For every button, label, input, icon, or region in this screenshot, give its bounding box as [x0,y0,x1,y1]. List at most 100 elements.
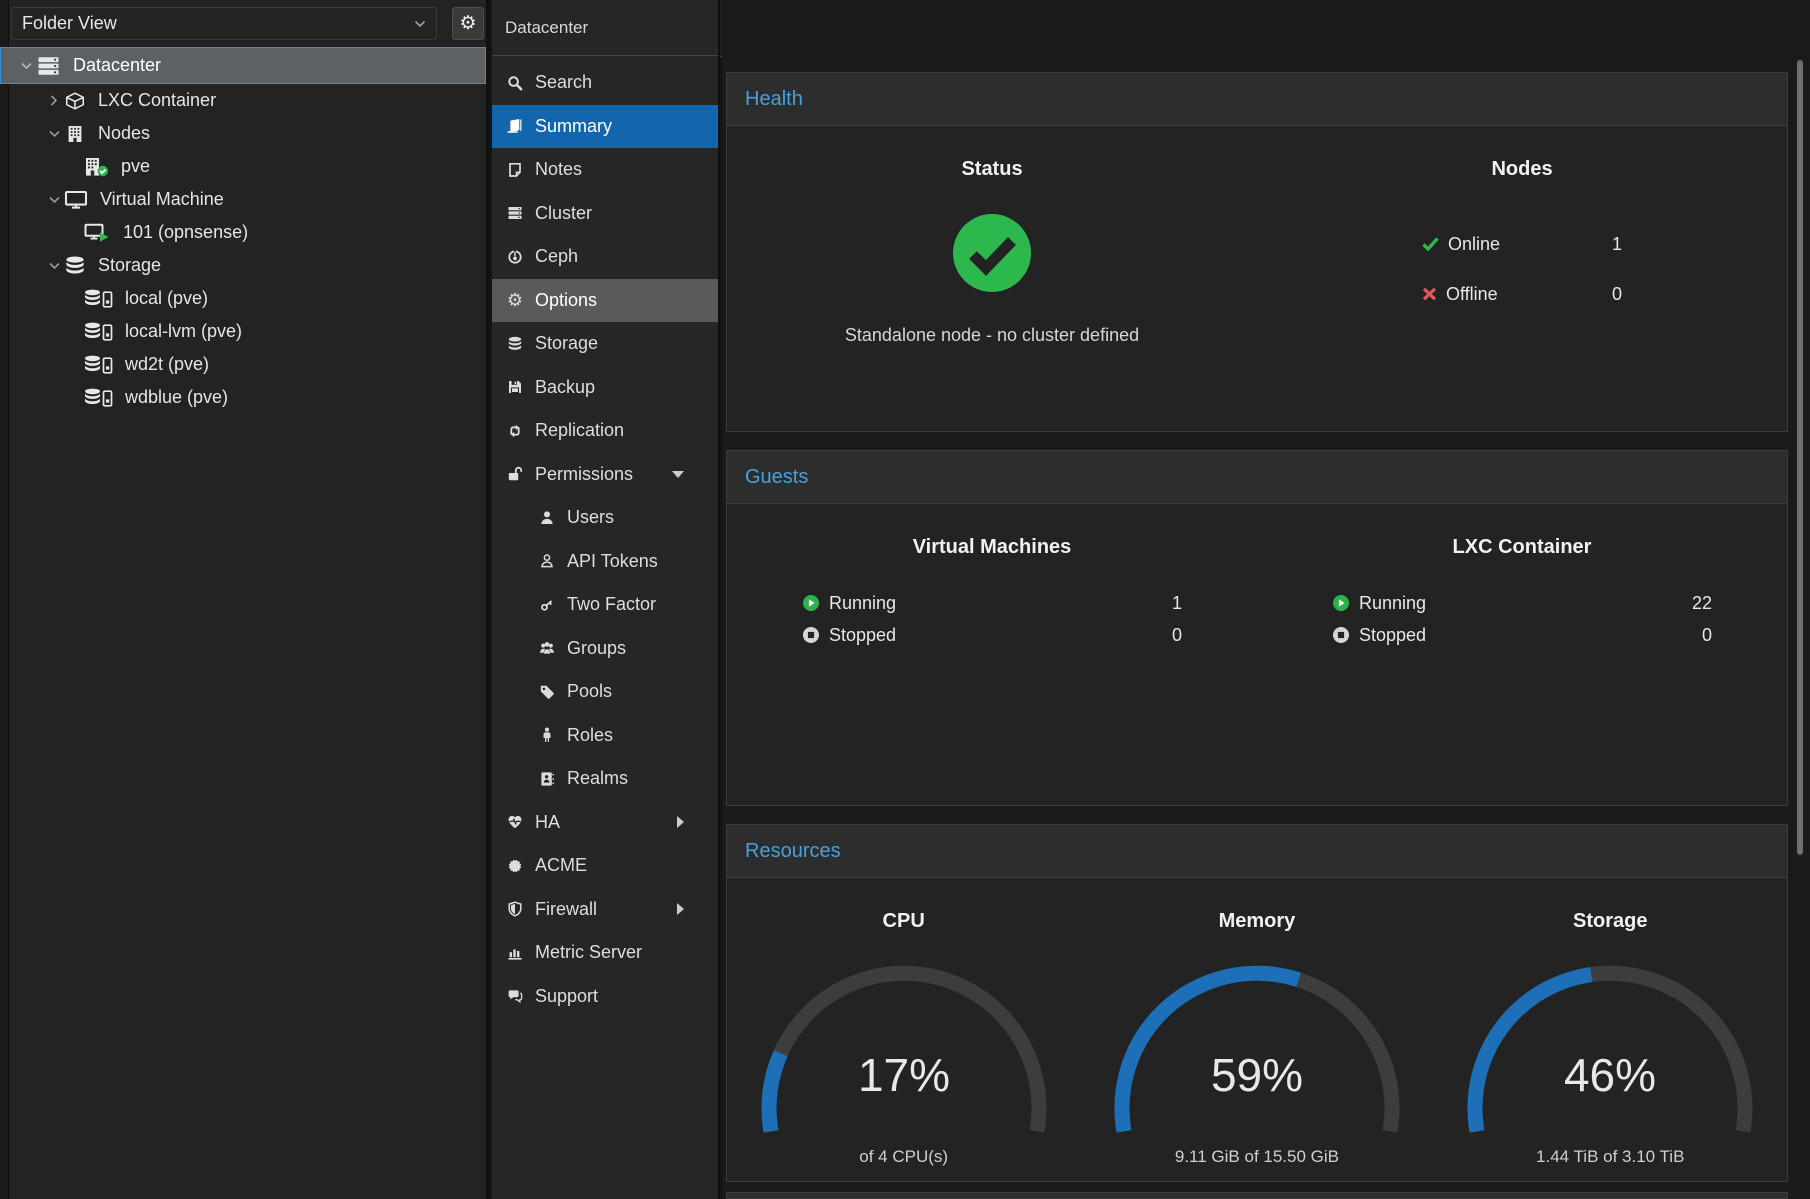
chevron-down-icon[interactable] [672,471,684,478]
menu-item-label: Metric Server [535,942,642,963]
menu-item-summary[interactable]: Summary [492,105,718,149]
menu-item-firewall[interactable]: Firewall [492,888,718,932]
menu-item-label: Pools [567,681,612,702]
user-icon [537,510,557,526]
menu-item-search[interactable]: Search [492,61,718,105]
tree-item-datacenter[interactable]: Datacenter [0,47,486,84]
cube-icon [64,91,86,111]
view-selector-dropdown[interactable]: Folder View [11,7,437,40]
cpu-heading: CPU [727,910,1080,933]
menu-item-label: Summary [535,116,612,137]
chevron-right-icon[interactable] [677,816,684,828]
play-circle-icon [1332,594,1350,612]
tree-item-storage[interactable]: Storage [0,249,486,282]
resource-tree-panel: Folder View ⚙ Datacenter LXC Container [0,0,489,1199]
tree-settings-button[interactable]: ⚙ [452,7,484,40]
table-row: Running 22 [1332,587,1712,619]
menu-item-label: Firewall [535,899,597,920]
menu-item-two-factor[interactable]: Two Factor [492,583,718,627]
menu-item-pools[interactable]: Pools [492,670,718,714]
menu-item-label: Roles [567,725,613,746]
guests-vm-column: Virtual Machines Running 1 [727,504,1257,651]
guests-panel: Guests Virtual Machines Running 1 [726,450,1788,806]
menu-item-label: Options [535,290,597,311]
note-icon [505,162,525,178]
tree-item-nodes[interactable]: Nodes [0,117,486,150]
tree-item-label: pve [121,156,150,177]
menu-item-backup[interactable]: Backup [492,366,718,410]
menu-item-roles[interactable]: Roles [492,714,718,758]
user-outline-icon [537,553,557,569]
address-book-icon [537,771,557,787]
row-label: Running [1359,593,1426,614]
menu-item-api-tokens[interactable]: API Tokens [492,540,718,584]
menu-item-cluster[interactable]: Cluster [492,192,718,236]
nodes-table: Online 1 Offline 0 [1422,219,1622,319]
users-group-icon [537,640,557,656]
row-label: Offline [1446,284,1498,305]
replication-arrows-icon [505,423,525,439]
menu-item-realms[interactable]: Realms [492,757,718,801]
menu-item-acme[interactable]: ACME [492,844,718,888]
tree-item-label: 101 (opnsense) [123,222,248,243]
row-label: Stopped [1359,625,1426,646]
datacenter-menu-panel: Datacenter Search Summary Notes Cluster [492,0,720,1199]
menu-item-replication[interactable]: Replication [492,409,718,453]
tree-item-pve[interactable]: pve [0,150,486,183]
chevron-down-icon[interactable] [46,262,62,270]
health-nodes-column: Nodes Online 1 [1257,126,1787,346]
menu-item-metric-server[interactable]: Metric Server [492,931,718,975]
menu-item-groups[interactable]: Groups [492,627,718,671]
person-icon [537,727,557,743]
cpu-gauge: 17% of 4 CPU(s) [727,961,1080,1167]
menu-item-ha[interactable]: HA [492,801,718,845]
vertical-scrollbar[interactable] [1797,60,1803,855]
health-panel-title: Health [727,73,1787,126]
desktop-play-icon [84,223,111,243]
guests-panel-title: Guests [727,451,1787,504]
next-panel-edge [726,1192,1788,1199]
summary-content-area: Health Status Standalone node - no clust… [722,0,1810,1199]
chevron-down-icon[interactable] [46,130,62,138]
gear-icon: ⚙ [505,292,525,308]
server-icon [36,56,61,76]
menu-item-label: Permissions [535,464,633,485]
table-row: Running 1 [802,587,1182,619]
menu-item-support[interactable]: Support [492,975,718,1019]
tree-item-virtual-machine[interactable]: Virtual Machine [0,183,486,216]
chevron-right-icon[interactable] [46,95,62,106]
tree-item-label: Datacenter [73,55,161,76]
view-selector-value: Folder View [22,13,117,34]
unlock-icon [505,466,525,482]
row-value: 0 [1172,625,1182,646]
tree-item-lxc-container[interactable]: LXC Container [0,84,486,117]
row-value: 0 [1612,284,1622,305]
menu-item-label: Search [535,72,592,93]
tree-item-storage-local-lvm[interactable]: local-lvm (pve) [0,315,486,348]
resource-tree: Datacenter LXC Container Nodes pve [0,47,486,414]
building-check-icon [84,157,109,177]
menu-item-users[interactable]: Users [492,496,718,540]
guests-lxc-column: LXC Container Running 22 [1257,504,1787,651]
menu-item-notes[interactable]: Notes [492,148,718,192]
row-value: 22 [1692,593,1712,614]
tree-item-storage-wd2t[interactable]: wd2t (pve) [0,348,486,381]
storage-heading: Storage [1434,910,1787,933]
tree-item-storage-wdblue[interactable]: wdblue (pve) [0,381,486,414]
menu-item-storage[interactable]: Storage [492,322,718,366]
shield-icon [505,901,525,917]
memory-gauge-column: Memory 59% 9.11 GiB of 15.50 GiB [1080,878,1433,1167]
menu-item-options[interactable]: ⚙ Options [492,279,718,323]
memory-gauge-caption: 9.11 GiB of 15.50 GiB [1175,1147,1339,1167]
menu-item-ceph[interactable]: Ceph [492,235,718,279]
chevron-right-icon[interactable] [677,903,684,915]
tree-item-label: Virtual Machine [100,189,224,210]
menu-item-label: Ceph [535,246,578,267]
tree-item-vm-101[interactable]: 101 (opnsense) [0,216,486,249]
tree-item-storage-local[interactable]: local (pve) [0,282,486,315]
health-panel: Health Status Standalone node - no clust… [726,72,1788,432]
row-label: Stopped [829,625,896,646]
chevron-down-icon[interactable] [18,62,34,70]
menu-item-permissions[interactable]: Permissions [492,453,718,497]
chevron-down-icon[interactable] [46,196,62,204]
